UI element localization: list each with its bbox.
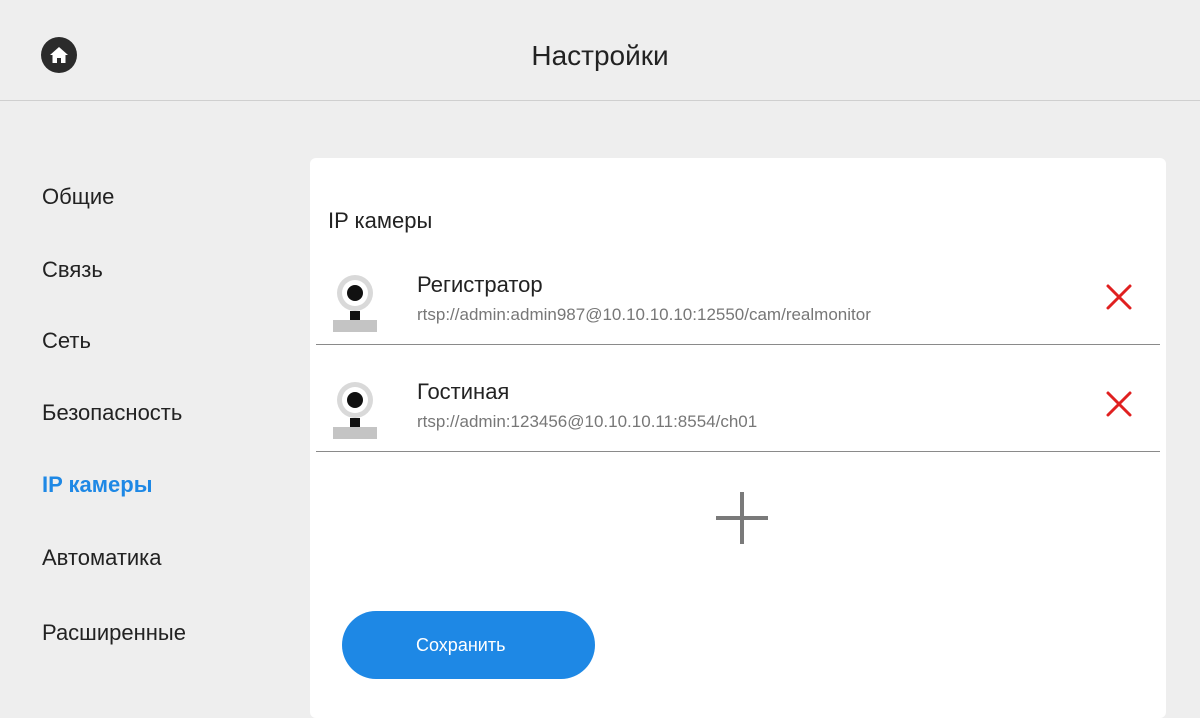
camera-name: Регистратор [417,272,543,297]
page-title: Настройки [531,40,669,71]
camera-url: rtsp://admin:123456@10.10.10.11:8554/ch0… [417,412,758,431]
webcam-icon [333,275,377,332]
sidebar-item-security[interactable]: Безопасность [42,400,182,426]
close-icon [1106,391,1132,417]
sidebar-item-advanced[interactable]: Расширенные [42,620,186,646]
delete-camera-button[interactable] [1104,282,1134,312]
ip-cameras-panel: IP камеры Регистратор rtsp://admin:admin… [310,158,1166,718]
sidebar-item-network[interactable]: Сеть [42,328,91,354]
sidebar-item-automation[interactable]: Автоматика [42,545,162,571]
sidebar: Общие Связь Сеть Безопасность IP камеры … [0,100,300,706]
plus-icon [716,492,768,544]
camera-row[interactable]: Регистратор rtsp://admin:admin987@10.10.… [316,254,1160,345]
delete-camera-button[interactable] [1104,389,1134,419]
save-button[interactable]: Сохранить [342,611,595,679]
sidebar-item-connection[interactable]: Связь [42,257,103,283]
header-bar: Настройки [0,0,1200,101]
sidebar-item-ip-cameras[interactable]: IP камеры [42,472,152,498]
webcam-icon [333,382,377,439]
add-camera-button[interactable] [712,488,772,548]
camera-name: Гостиная [417,379,510,404]
sidebar-item-general[interactable]: Общие [42,184,114,210]
close-icon [1106,284,1132,310]
section-title: IP камеры [328,208,433,233]
camera-row[interactable]: Гостиная rtsp://admin:123456@10.10.10.11… [316,361,1160,452]
camera-url: rtsp://admin:admin987@10.10.10.10:12550/… [417,305,871,324]
